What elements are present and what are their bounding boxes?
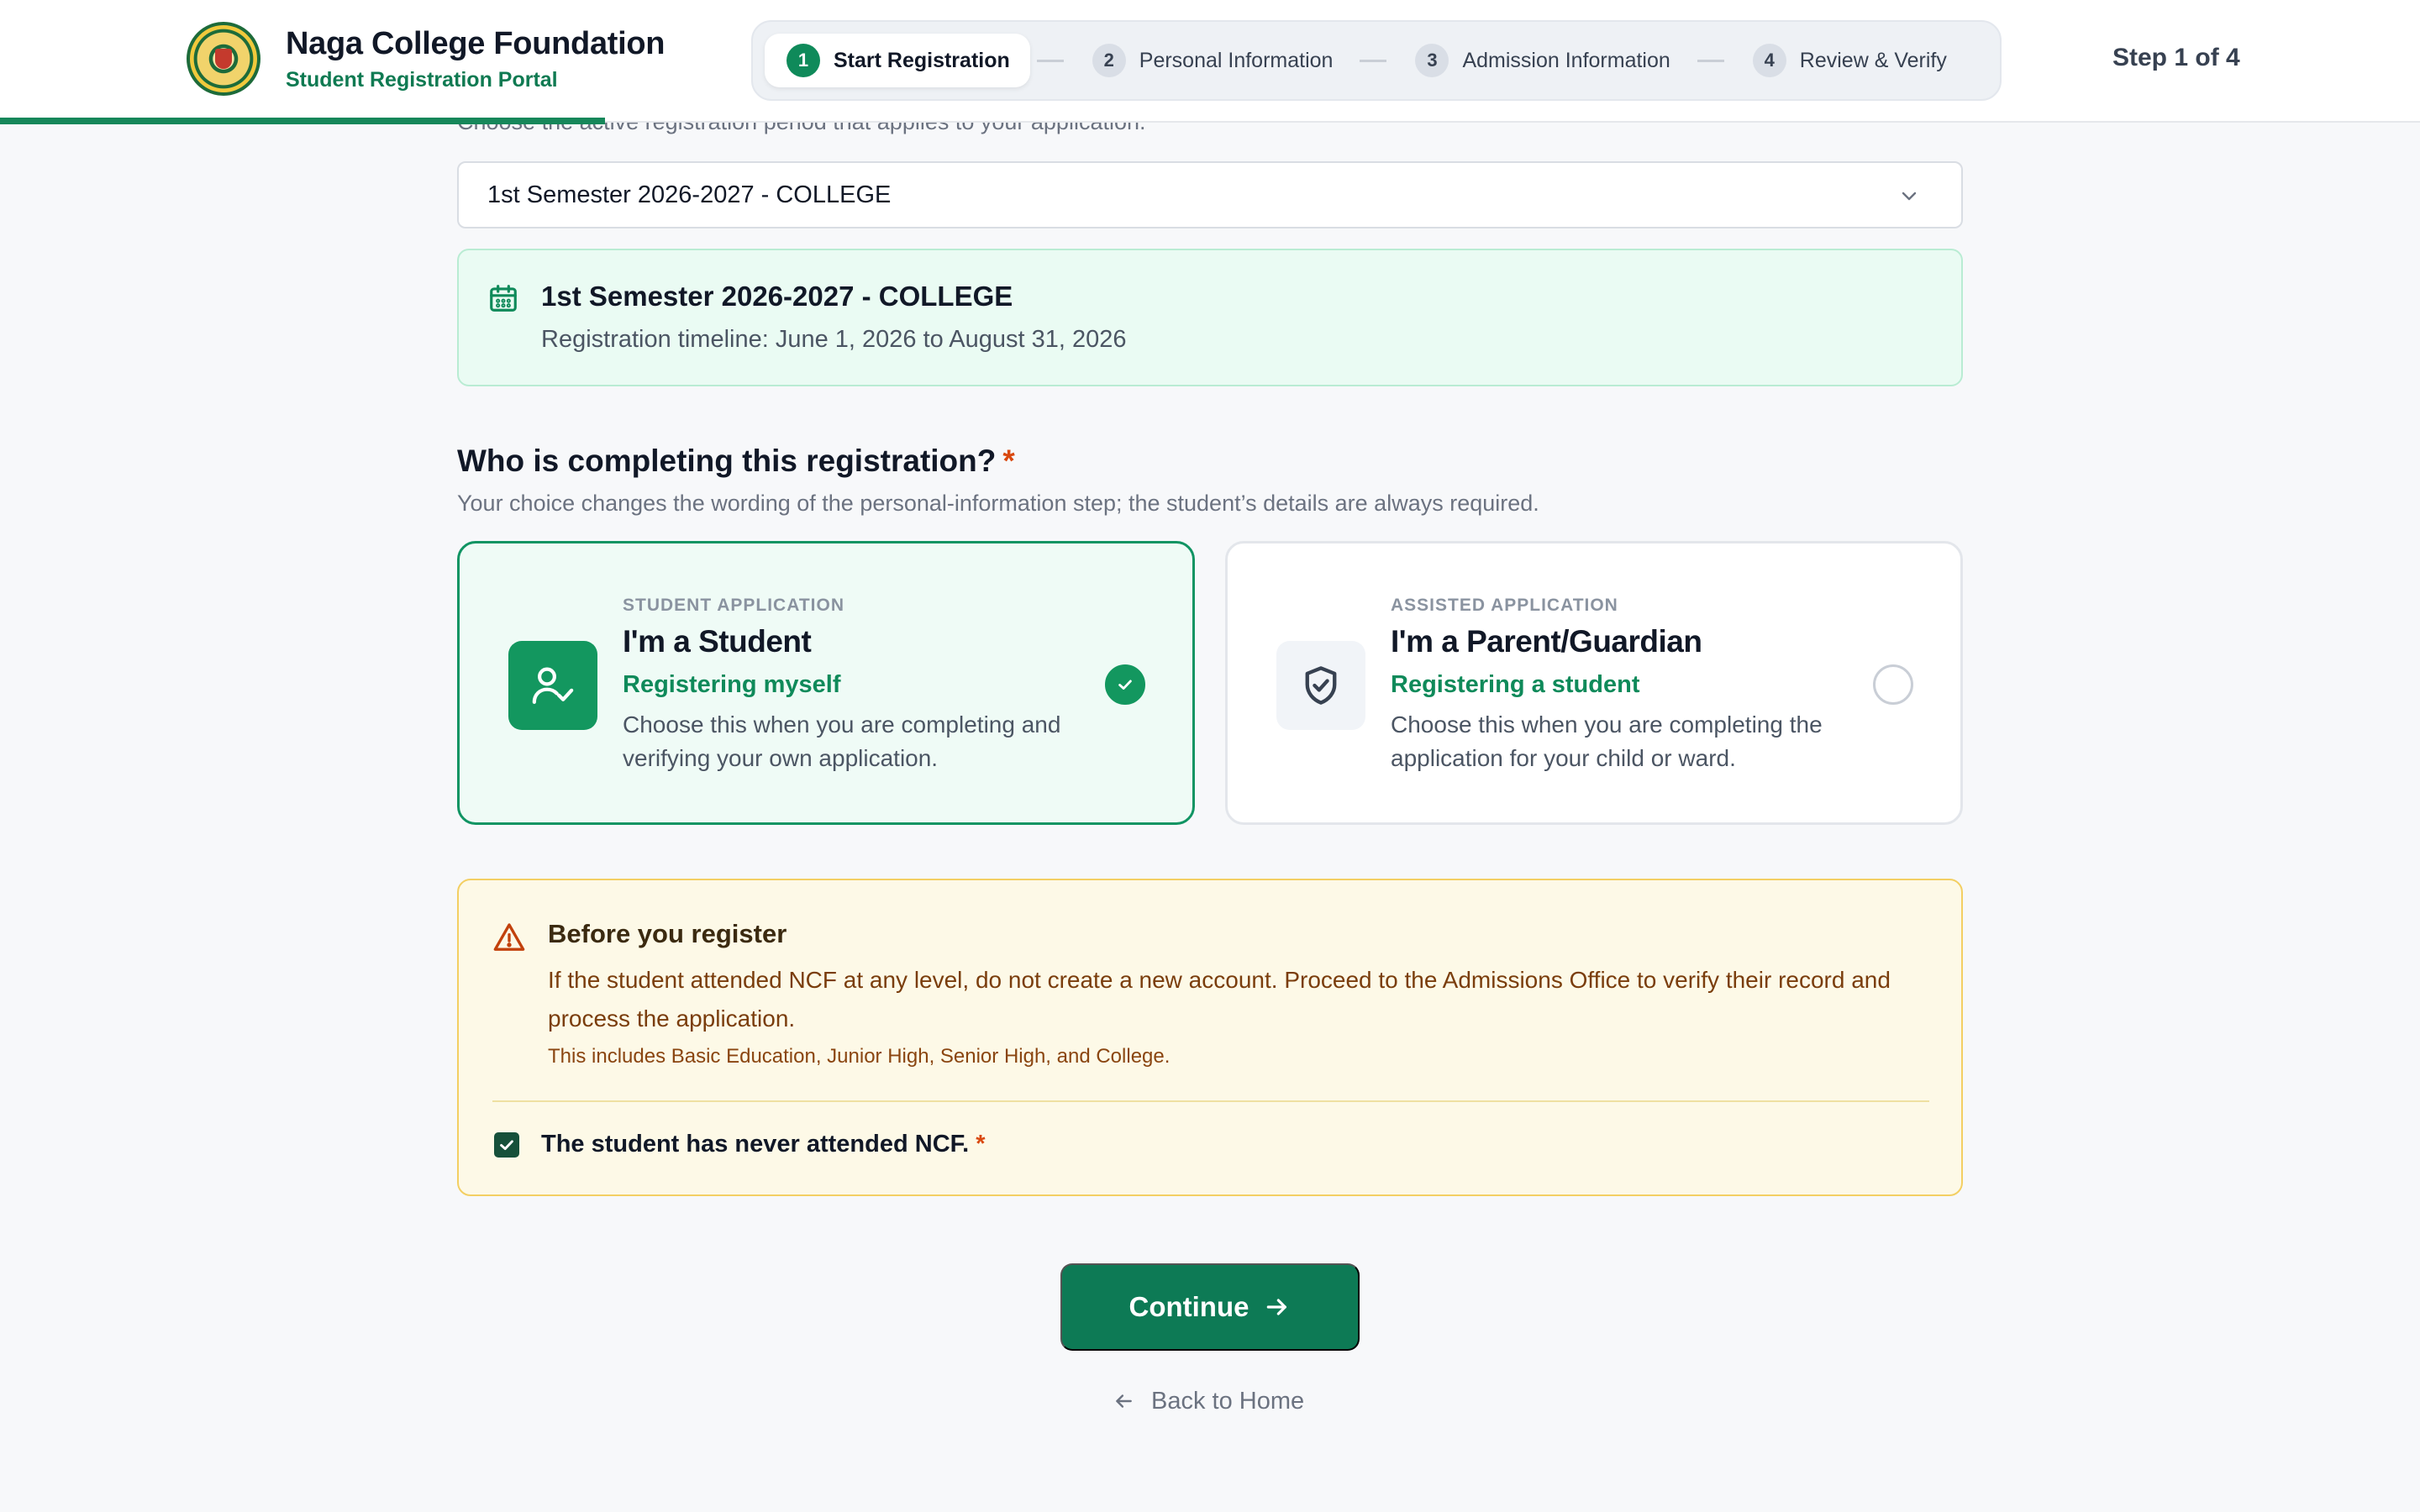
role-title: I'm a Student (623, 624, 812, 659)
back-to-home-link[interactable]: Back to Home (1113, 1384, 1304, 1418)
chevron-down-icon (1902, 192, 1917, 201)
step-admission-information[interactable]: 3 Admission Information (1393, 34, 1690, 87)
never-attended-label[interactable]: The student has never attended NCF. * (541, 1131, 986, 1158)
step-start-registration[interactable]: 1 Start Registration (765, 34, 1030, 87)
step-label: Personal Information (1139, 48, 1334, 72)
back-label: Back to Home (1151, 1387, 1305, 1415)
role-tagline: Registering a student (1391, 671, 1640, 698)
role-question-text: Who is completing this registration? (457, 444, 997, 478)
registration-stepper: 1 Start Registration 2 Personal Informat… (751, 20, 2002, 101)
checkbox-label-text: The student has never attended NCF. (541, 1131, 970, 1158)
continue-label: Continue (1128, 1291, 1249, 1322)
brand[interactable]: Naga College Foundation Student Registra… (187, 22, 666, 96)
warning-icon (493, 923, 525, 951)
role-eyebrow: ASSISTED APPLICATION (1391, 596, 1618, 615)
role-eyebrow: STUDENT APPLICATION (623, 596, 844, 615)
registration-period-select[interactable]: 1st Semester 2026-2027 - COLLEGE (457, 161, 1963, 228)
brand-title: Naga College Foundation (286, 26, 666, 61)
role-description: Choose this when you are completing and … (623, 711, 1061, 771)
radio-button[interactable] (1873, 664, 1913, 705)
notice-note: This includes Basic Education, Junior Hi… (548, 1045, 1171, 1068)
registration-page: Naga College Foundation Student Registra… (0, 0, 2420, 1512)
step-personal-information[interactable]: 2 Personal Information (1071, 34, 1354, 87)
progress-bar (0, 118, 605, 124)
role-hint: Your choice changes the wording of the p… (457, 491, 1539, 516)
role-tagline: Registering myself (623, 671, 841, 698)
selected-check-icon[interactable] (1105, 664, 1145, 705)
role-question: Who is completing this registration? * (457, 444, 1015, 479)
top-header: Naga College Foundation Student Registra… (0, 0, 2420, 123)
step-number: 2 (1092, 44, 1126, 77)
step-counter: Step 1 of 4 (2112, 44, 2240, 71)
calendar-icon (490, 285, 517, 312)
divider (492, 1100, 1929, 1102)
role-description: Choose this when you are completing the … (1391, 711, 1823, 771)
arrow-right-icon (1267, 1299, 1287, 1315)
required-marker: * (1002, 444, 1015, 478)
period-info-card: 1st Semester 2026-2027 - COLLEGE Registr… (457, 249, 1963, 386)
step-number: 1 (786, 44, 820, 77)
continue-button[interactable]: Continue (1060, 1263, 1360, 1351)
brand-text: Naga College Foundation Student Registra… (286, 24, 666, 94)
notice-title: Before you register (548, 919, 787, 948)
step-separator (1360, 59, 1387, 62)
step-label: Admission Information (1462, 48, 1670, 72)
role-option-parent-guardian[interactable]: ASSISTED APPLICATION I'm a Parent/Guardi… (1225, 541, 1963, 825)
notice-body: If the student attended NCF at any level… (548, 967, 1891, 1032)
shield-check-icon (1276, 641, 1365, 730)
role-option-student[interactable]: STUDENT APPLICATION I'm a Student Regist… (457, 541, 1195, 825)
never-attended-checkbox[interactable] (494, 1132, 519, 1158)
step-label: Start Registration (834, 48, 1010, 72)
step-review-verify[interactable]: 4 Review & Verify (1731, 34, 1967, 87)
brand-subtitle: Student Registration Portal (286, 68, 558, 92)
step-number: 4 (1752, 44, 1786, 77)
required-marker: * (976, 1131, 986, 1158)
role-title: I'm a Parent/Guardian (1391, 624, 1702, 659)
college-seal-logo (187, 22, 260, 96)
user-check-icon (508, 641, 597, 730)
arrow-left-icon (1116, 1394, 1132, 1408)
step-separator (1036, 59, 1064, 62)
selected-period: 1st Semester 2026-2027 - COLLEGE (487, 181, 892, 208)
step-number: 3 (1415, 44, 1449, 77)
period-title: 1st Semester 2026-2027 - COLLEGE (541, 281, 1013, 312)
before-register-notice: Before you register If the student atten… (457, 879, 1963, 1196)
step-separator (1697, 59, 1724, 62)
period-timeline: Registration timeline: June 1, 2026 to A… (541, 326, 1127, 353)
step-label: Review & Verify (1799, 48, 1947, 72)
